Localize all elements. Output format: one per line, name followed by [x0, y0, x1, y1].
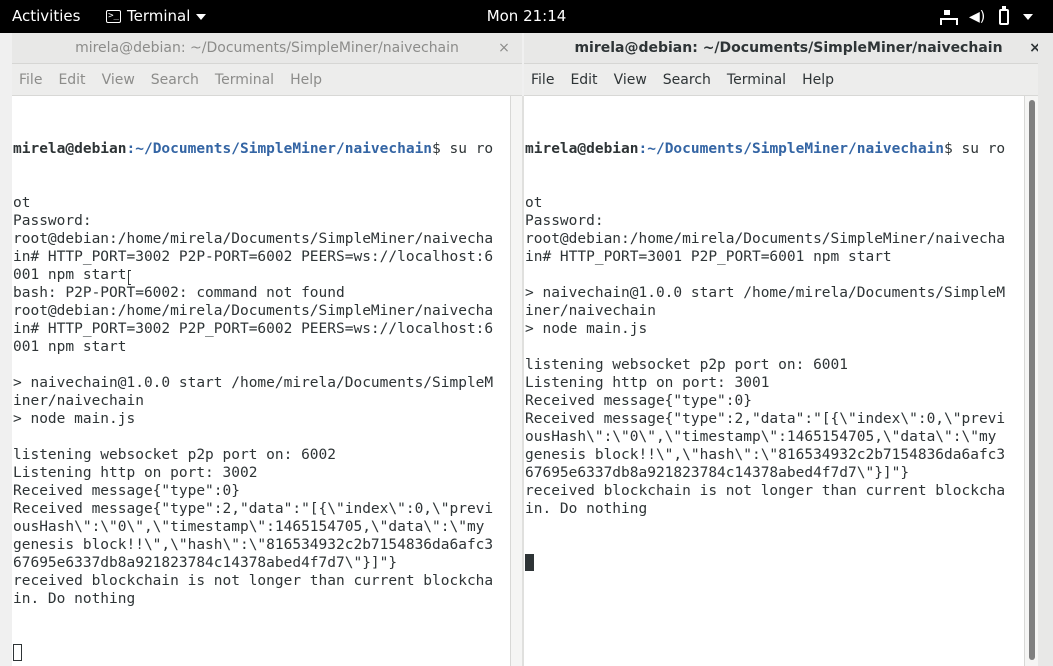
terminal-line: > naivechain@1.0.0 start /home/mirela/Do…: [13, 375, 494, 391]
window-titlebar[interactable]: mirela@debian: ~/Documents/SimpleMiner/n…: [524, 33, 1053, 64]
terminal-window-right[interactable]: mirela@debian: ~/Documents/SimpleMiner/n…: [524, 33, 1053, 666]
terminal-line: received blockchain is not longer than c…: [13, 573, 494, 589]
terminal-line: Password:: [525, 213, 604, 229]
terminal-line: ousHash\":\"0\",\"timestamp\":1465154705…: [13, 519, 485, 535]
scrollbar[interactable]: [1024, 96, 1038, 666]
terminal-line: iner/naivechain: [525, 303, 656, 319]
terminal-line: 001 npm start: [13, 267, 127, 283]
scrollbar-thumb[interactable]: [1029, 100, 1035, 660]
clock[interactable]: Mon 21:14: [0, 0, 1053, 33]
menu-search[interactable]: Search: [655, 64, 719, 95]
prompt-path: :~/Documents/SimpleMiner/naivechain: [126, 141, 433, 157]
menu-bar: File Edit View Search Terminal Help: [12, 64, 522, 96]
text-cursor: [525, 554, 534, 571]
terminal-line: in# HTTP_PORT=3002 P2P-PORT=6002 PEERS=w…: [13, 249, 494, 265]
terminal-line: 67695e6337db8a921823784c14378abed4f7d7\"…: [13, 555, 398, 571]
terminal-line: Listening http on port: 3001: [525, 375, 770, 391]
terminal-line: in. Do nothing: [525, 501, 648, 517]
terminal-line: Received message{"type":2,"data":"[{\"in…: [13, 501, 494, 517]
menu-terminal[interactable]: Terminal: [207, 64, 282, 95]
menu-view[interactable]: View: [606, 64, 655, 95]
window-title: mirela@debian: ~/Documents/SimpleMiner/n…: [75, 40, 459, 56]
menu-edit[interactable]: Edit: [50, 64, 93, 95]
command-text: $ su ro: [944, 141, 1006, 157]
terminal-line: bash: P2P-PORT=6002: command not found: [13, 285, 345, 301]
prompt-line: mirela@debian:~/Documents/SimpleMiner/na…: [13, 140, 510, 158]
terminal-line: genesis block!!\",\"hash\":\"816534932c2…: [13, 537, 494, 553]
terminal-line: root@debian:/home/mirela/Documents/Simpl…: [525, 231, 1006, 247]
menu-help[interactable]: Help: [794, 64, 842, 95]
menu-bar: File Edit View Search Terminal Help: [524, 64, 1053, 96]
window-title: mirela@debian: ~/Documents/SimpleMiner/n…: [574, 40, 1003, 56]
prompt-user: mirela@debian: [13, 141, 127, 157]
terminal-output[interactable]: mirela@debian:~/Documents/SimpleMiner/na…: [12, 96, 510, 666]
menu-file[interactable]: File: [524, 64, 562, 95]
network-icon[interactable]: [939, 9, 958, 25]
menu-terminal[interactable]: Terminal: [719, 64, 794, 95]
system-tray[interactable]: ◀): [939, 0, 1033, 33]
terminal-line: ousHash\":\"0\",\"timestamp\":1465154705…: [525, 429, 997, 445]
terminal-line: genesis block!!\",\"hash\":\"816534932c2…: [525, 447, 1006, 463]
menu-help[interactable]: Help: [282, 64, 330, 95]
close-icon[interactable]: ×: [496, 33, 512, 64]
terminal-line: root@debian:/home/mirela/Documents/Simpl…: [13, 303, 494, 319]
ibeam-cursor-icon: [128, 270, 131, 285]
terminal-line: received blockchain is not longer than c…: [525, 483, 1006, 499]
terminal-line: Listening http on port: 3002: [13, 465, 258, 481]
window-titlebar[interactable]: mirela@debian: ~/Documents/SimpleMiner/n…: [12, 33, 522, 64]
prompt-user: mirela@debian: [525, 141, 639, 157]
prompt-path: :~/Documents/SimpleMiner/naivechain: [638, 141, 945, 157]
terminal-line: listening websocket p2p port on: 6001: [525, 357, 849, 373]
terminal-line: > naivechain@1.0.0 start /home/mirela/Do…: [525, 285, 1006, 301]
terminal-line: in. Do nothing: [13, 591, 136, 607]
terminal-line: Received message{"type":0}: [525, 393, 752, 409]
menu-file[interactable]: File: [12, 64, 50, 95]
scrollbar[interactable]: [510, 96, 522, 666]
system-menu-caret-icon[interactable]: [1023, 13, 1033, 20]
terminal-line: Received message{"type":2,"data":"[{\"in…: [525, 411, 1006, 427]
terminal-line: > node main.js: [525, 321, 648, 337]
terminal-line: in# HTTP_PORT=3001 P2P_PORT=6001 npm sta…: [525, 249, 892, 265]
terminal-line: 67695e6337db8a921823784c14378abed4f7d7\"…: [525, 465, 910, 481]
menu-search[interactable]: Search: [143, 64, 207, 95]
window-edge: [1038, 33, 1053, 666]
terminal-line: 001 npm start: [13, 339, 127, 355]
prompt-line: mirela@debian:~/Documents/SimpleMiner/na…: [525, 140, 1024, 158]
terminal-line: Password:: [13, 213, 92, 229]
terminal-window-left[interactable]: mirela@debian: ~/Documents/SimpleMiner/n…: [12, 33, 522, 666]
top-bar: Activities >_ Terminal Mon 21:14 ◀): [0, 0, 1053, 33]
output-lines: ot Password: root@debian:/home/mirela/Docu…: [525, 194, 1024, 518]
terminal-line: root@debian:/home/mirela/Documents/Simpl…: [13, 231, 494, 247]
output-lines: ot Password: root@debian:/home/mirela/Docu…: [13, 194, 510, 608]
terminal-line: > node main.js: [13, 411, 136, 427]
terminal-output[interactable]: mirela@debian:~/Documents/SimpleMiner/na…: [524, 96, 1024, 666]
terminal-line: iner/naivechain: [13, 393, 144, 409]
battery-icon[interactable]: [999, 5, 1009, 25]
menu-view[interactable]: View: [94, 64, 143, 95]
terminal-line: in# HTTP_PORT=3002 P2P_PORT=6002 PEERS=w…: [13, 321, 494, 337]
terminal-line: ot: [525, 195, 543, 211]
menu-edit[interactable]: Edit: [562, 64, 605, 95]
volume-icon[interactable]: ◀): [969, 9, 985, 25]
cursor-line: [13, 644, 510, 662]
command-text: $ su ro: [432, 141, 494, 157]
terminal-line: Received message{"type":0}: [13, 483, 240, 499]
cursor-line: [525, 554, 1024, 572]
terminal-line: listening websocket p2p port on: 6002: [13, 447, 337, 463]
terminal-line: ot: [13, 195, 31, 211]
text-cursor: [13, 644, 22, 661]
